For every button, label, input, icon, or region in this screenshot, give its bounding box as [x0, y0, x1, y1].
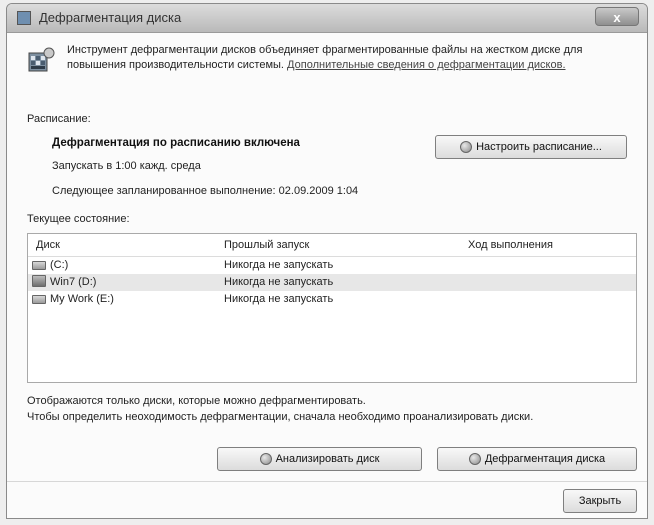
more-info-link[interactable]: Дополнительные сведения о дефрагментации…: [287, 59, 565, 71]
shield-icon: [468, 453, 481, 465]
shield-icon: [259, 453, 272, 465]
title-bar[interactable]: Дефрагментация диска x: [7, 4, 647, 33]
window-content: Инструмент дефрагментации дисков объедин…: [7, 33, 647, 518]
disk-row-e[interactable]: My Work (E:) Никогда не запускать: [28, 291, 636, 308]
schedule-next-run: Следующее запланированное выполнение: 02…: [52, 185, 359, 197]
drive-icon: [32, 295, 46, 304]
disk-row-c[interactable]: (C:) Никогда не запускать: [28, 257, 636, 274]
defragment-disk-label: Дефрагментация диска: [484, 453, 606, 465]
window-close-button[interactable]: x: [595, 7, 639, 26]
list-header: Диск Прошлый запуск Ход выполнения: [28, 234, 636, 257]
drive-icon: [32, 261, 46, 270]
disk-name: (C:): [50, 259, 69, 271]
note-defragmentable-disks: Отображаются только диски, которые можно…: [27, 395, 366, 407]
configure-schedule-label: Настроить расписание...: [476, 141, 602, 153]
disk-last-run: Никогда не запускать: [224, 259, 334, 271]
disk-last-run: Никогда не запускать: [224, 276, 334, 288]
column-last-run[interactable]: Прошлый запуск: [224, 239, 309, 251]
schedule-status: Дефрагментация по расписанию включена: [52, 137, 300, 149]
intro-description: Инструмент дефрагментации дисков объедин…: [67, 43, 637, 73]
defrag-app-icon: [17, 11, 31, 25]
defrag-tool-icon: [28, 47, 55, 72]
analyze-disk-label: Анализировать диск: [275, 453, 380, 465]
note-analyze-first: Чтобы определить неоходимость дефрагмент…: [27, 411, 534, 423]
configure-schedule-button[interactable]: Настроить расписание...: [435, 135, 627, 159]
system-drive-icon: [32, 275, 46, 287]
defrag-window: Дефрагментация диска x Инструмент дефраг…: [6, 3, 648, 519]
footer-divider: [7, 481, 647, 482]
analyze-disk-button[interactable]: Анализировать диск: [217, 447, 422, 471]
shield-icon: [460, 141, 473, 153]
disk-list[interactable]: Диск Прошлый запуск Ход выполнения (C:) …: [27, 233, 637, 383]
disk-name: Win7 (D:): [50, 276, 97, 288]
schedule-label: Расписание:: [27, 113, 91, 125]
column-progress[interactable]: Ход выполнения: [468, 239, 553, 251]
disk-last-run: Никогда не запускать: [224, 293, 334, 305]
disk-row-d[interactable]: Win7 (D:) Никогда не запускать: [28, 274, 636, 291]
defragment-disk-button[interactable]: Дефрагментация диска: [437, 447, 637, 471]
schedule-runs: Запускать в 1:00 кажд. среда: [52, 160, 201, 172]
close-button[interactable]: Закрыть: [563, 489, 637, 513]
column-disk[interactable]: Диск: [36, 239, 60, 251]
window-title: Дефрагментация диска: [39, 10, 182, 25]
disk-name: My Work (E:): [50, 293, 114, 305]
current-state-label: Текущее состояние:: [27, 213, 130, 225]
